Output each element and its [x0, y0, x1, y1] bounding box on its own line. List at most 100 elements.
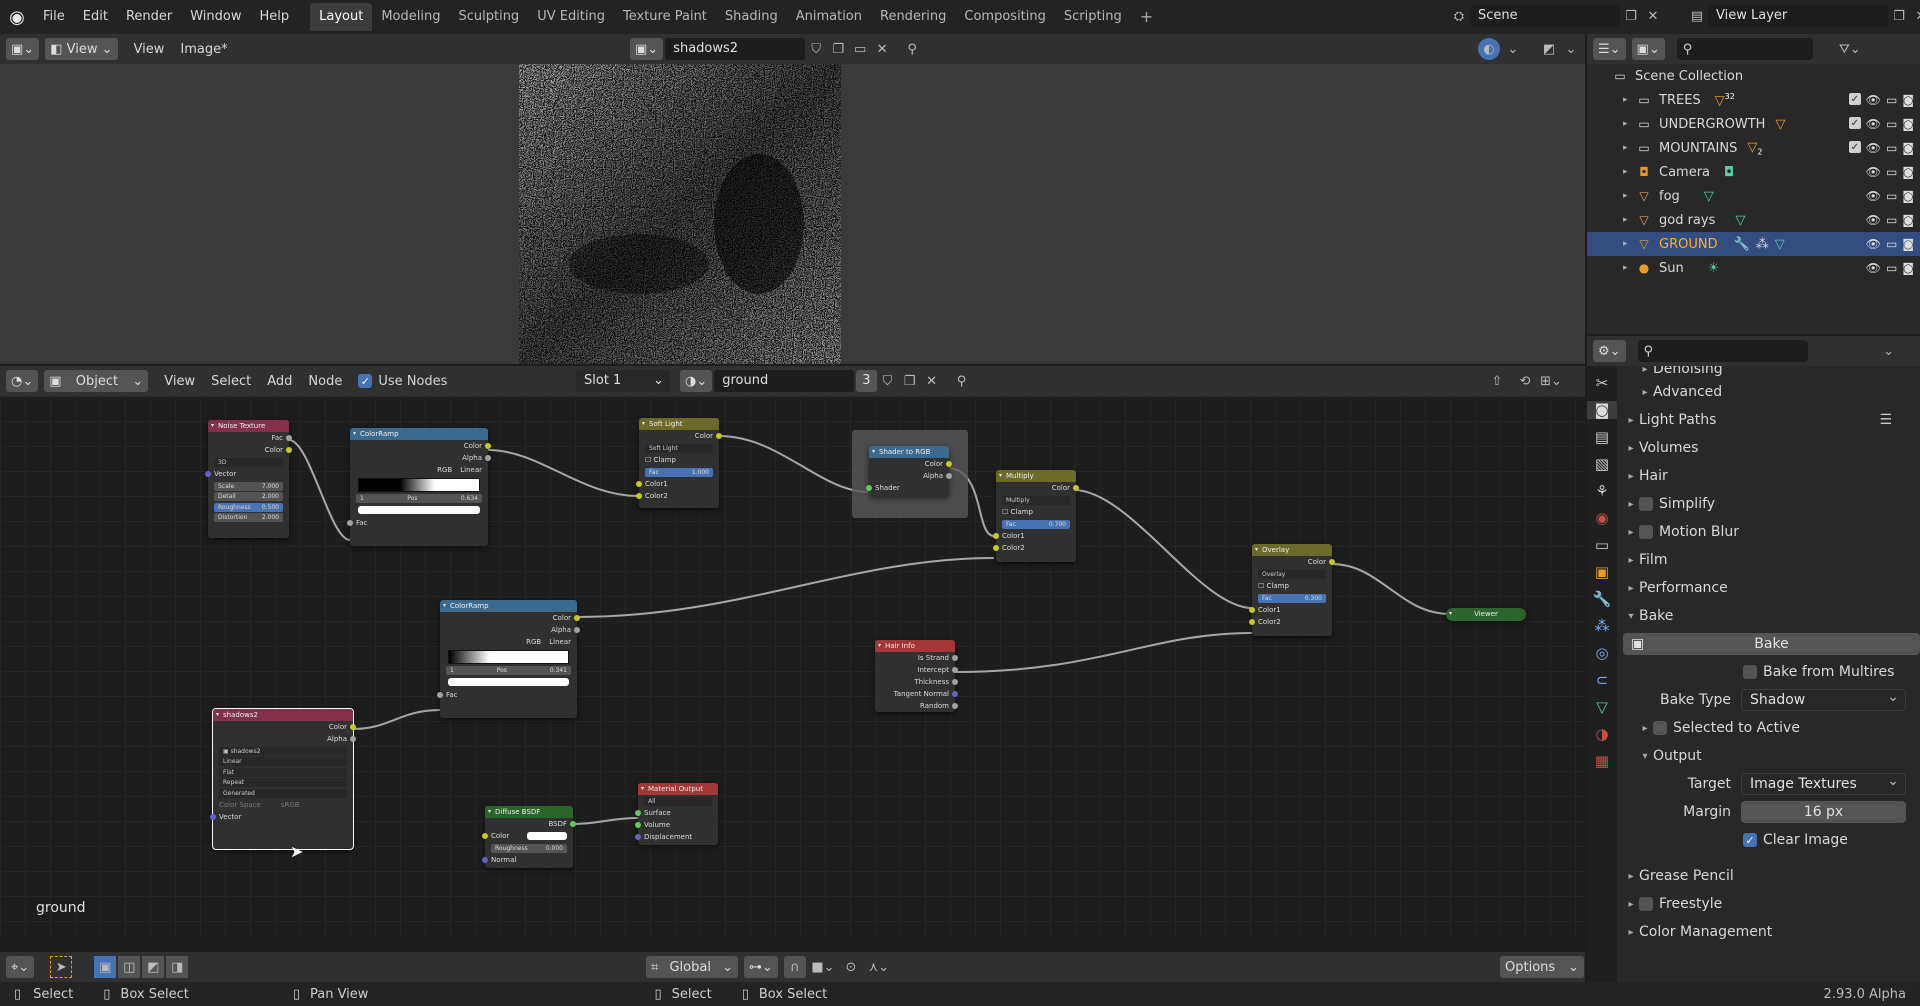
simplify-checkbox[interactable]	[1639, 497, 1653, 511]
panel-advanced[interactable]: ▸ Advanced	[1623, 378, 1920, 406]
constraints-tab-icon[interactable]: ⊂	[1596, 671, 1609, 689]
ramp-interp-dropdown[interactable]: Linear	[460, 464, 482, 476]
outliner-item-camera[interactable]: ▸ ◘ Camera ◘ 👁 ▭ ◙	[1587, 160, 1920, 184]
output-socket[interactable]	[570, 821, 576, 827]
scene-icon[interactable]: ⛭	[1448, 5, 1470, 27]
detail-field[interactable]: Detail 2.000	[214, 492, 283, 501]
tab-texture-paint[interactable]: Texture Paint	[614, 3, 716, 31]
output-socket[interactable]	[350, 724, 356, 730]
output-socket[interactable]	[952, 679, 958, 685]
material-users-count[interactable]: 3	[856, 370, 877, 392]
roughness-field[interactable]: Roughness 0.500	[214, 502, 283, 512]
input-socket[interactable]	[866, 485, 872, 491]
input-socket[interactable]	[210, 814, 216, 820]
expand-icon[interactable]: ▸	[1623, 191, 1635, 201]
distortion-field[interactable]: Distortion 2.000	[214, 513, 283, 522]
select-tool-icon[interactable]: ➤	[50, 956, 73, 978]
color-ramp-gradient[interactable]	[448, 650, 569, 664]
mode-subtract-icon[interactable]: ◩	[142, 956, 165, 978]
roughness-field[interactable]: Roughness 0.000	[491, 843, 567, 853]
render-icon[interactable]: ◙	[1902, 165, 1914, 179]
panel-light-paths[interactable]: ▸ Light Paths ☰	[1623, 406, 1920, 434]
source-dropdown[interactable]: Generated	[219, 788, 347, 798]
output-socket[interactable]	[286, 447, 292, 453]
view-layer-icon[interactable]: ▤	[1686, 5, 1708, 27]
outliner-item-fog[interactable]: ▸ ▽ fog ▽ 👁 ▭ ◙	[1587, 184, 1920, 208]
clamp-option[interactable]: ☐ Clamp	[1252, 580, 1332, 592]
fake-user-icon[interactable]: ⛉	[805, 38, 827, 60]
tab-scripting[interactable]: Scripting	[1055, 3, 1131, 31]
output-socket[interactable]	[716, 433, 722, 439]
color-ramp-gradient[interactable]	[358, 478, 480, 492]
output-socket[interactable]	[952, 691, 958, 697]
image-name-field[interactable]: shadows2	[665, 38, 806, 60]
output-socket[interactable]	[946, 473, 952, 479]
visibility-icon[interactable]: 👁	[1866, 93, 1881, 107]
delete-scene-icon[interactable]: ✕	[1642, 5, 1664, 27]
node-soft-light[interactable]: Soft Light Color Soft Light ☐ Clamp Fac 1…	[636, 418, 722, 508]
extension-dropdown[interactable]: Repeat	[219, 778, 347, 787]
blend-mode-dropdown[interactable]: Overlay	[1258, 569, 1326, 579]
bake-from-multires-row[interactable]: Bake from Multires	[1623, 658, 1920, 686]
collection-tab-icon[interactable]: ▭	[1595, 536, 1609, 554]
material-unlink-icon[interactable]: ✕	[921, 370, 943, 392]
filter-icon[interactable]: ⛛⌄	[1839, 38, 1861, 60]
render-icon[interactable]: ◙	[1902, 213, 1914, 227]
outliner-item-trees[interactable]: ▸ ▭ TREES ▽32 ✓ 👁 ▭ ◙	[1587, 88, 1920, 112]
panel-freestyle[interactable]: ▸ Freestyle	[1623, 890, 1920, 918]
gizmo-toggle-icon[interactable]: ◐	[1478, 38, 1500, 60]
slot-dropdown[interactable]: Slot 1 ⌄	[576, 370, 670, 392]
properties-editor-type[interactable]: ⚙⌄	[1593, 340, 1626, 362]
input-socket[interactable]	[635, 822, 641, 828]
material-fake-user-icon[interactable]: ⛉	[877, 370, 899, 392]
input-socket[interactable]	[635, 834, 641, 840]
node-title[interactable]: shadows2	[213, 709, 353, 721]
panel-color-management[interactable]: ▸ Color Management	[1623, 918, 1920, 946]
output-socket[interactable]	[1329, 559, 1335, 565]
menu-window[interactable]: Window	[181, 0, 250, 34]
outliner-item-mountains[interactable]: ▸ ▭ MOUNTAINS ▽2 ✓ 👁 ▭ ◙	[1587, 136, 1920, 160]
add-workspace-icon[interactable]: +	[1131, 3, 1162, 31]
node-editor-canvas[interactable]: Noise Texture Fac Color 3D Vector Scale 7…	[0, 396, 1585, 938]
output-socket[interactable]	[1073, 485, 1079, 491]
menu-image[interactable]: Image*	[180, 42, 227, 57]
visibility-icon[interactable]: 👁	[1866, 165, 1881, 179]
interpolation-dropdown[interactable]: Linear	[219, 757, 347, 766]
output-socket[interactable]	[485, 455, 491, 461]
falloff-icon[interactable]: ⋏⌄	[868, 956, 890, 978]
options-dropdown[interactable]: Options ⌄	[1500, 956, 1584, 978]
snap-toggle-icon[interactable]: ∩	[783, 956, 806, 978]
new-scene-icon[interactable]: ❐	[1620, 5, 1642, 27]
input-socket[interactable]	[205, 471, 211, 477]
tab-shading[interactable]: Shading	[716, 3, 787, 31]
node-title[interactable]: ColorRamp	[350, 428, 488, 440]
output-socket[interactable]	[952, 655, 958, 661]
viewport-icon[interactable]: ▭	[1886, 237, 1897, 251]
selected-to-active-checkbox[interactable]	[1653, 721, 1667, 735]
fac-field[interactable]: Fac 0.300	[1258, 593, 1326, 603]
projection-dropdown[interactable]: Flat	[219, 767, 347, 777]
node-colorramp-1[interactable]: ColorRamp Color Alpha RGB Linear 1 Pos 0.63…	[347, 428, 491, 546]
node-title[interactable]: Shader to RGB	[869, 446, 949, 458]
render-icon[interactable]: ◙	[1902, 93, 1914, 107]
tab-rendering[interactable]: Rendering	[871, 3, 955, 31]
expand-icon[interactable]: ▸	[1623, 239, 1635, 249]
node-title[interactable]: Viewer	[1446, 608, 1526, 620]
fac-field[interactable]: Fac 1.000	[645, 467, 713, 477]
render-icon[interactable]: ◙	[1902, 261, 1914, 275]
node-image-texture[interactable]: shadows2 Color Alpha ▣ shadows2 Linear F…	[210, 708, 356, 850]
node-editor-type-button[interactable]: ◔ ⌄	[6, 370, 39, 392]
ramp-color-swatch[interactable]	[448, 678, 569, 686]
render-tab-icon[interactable]: ◙	[1587, 401, 1617, 419]
panel-bake[interactable]: ▾ Bake	[1623, 602, 1920, 630]
clear-image-row[interactable]: ✓ Clear Image	[1623, 826, 1920, 854]
display-channels-icon[interactable]: ◩	[1538, 38, 1560, 60]
snap-icon[interactable]: ⟲	[1514, 370, 1536, 392]
gizmo-dropdown-icon[interactable]: ⌄	[1502, 38, 1524, 60]
view-layer-tab-icon[interactable]: ▧	[1595, 455, 1609, 473]
outliner-item-god-rays[interactable]: ▸ ▽ god rays ▽ 👁 ▭ ◙	[1587, 208, 1920, 232]
output-socket[interactable]	[952, 667, 958, 673]
snap-target-icon[interactable]: ■⌄	[811, 956, 834, 978]
outliner-search-input[interactable]: ⚲	[1676, 38, 1813, 60]
expand-icon[interactable]: ▸	[1623, 167, 1635, 177]
